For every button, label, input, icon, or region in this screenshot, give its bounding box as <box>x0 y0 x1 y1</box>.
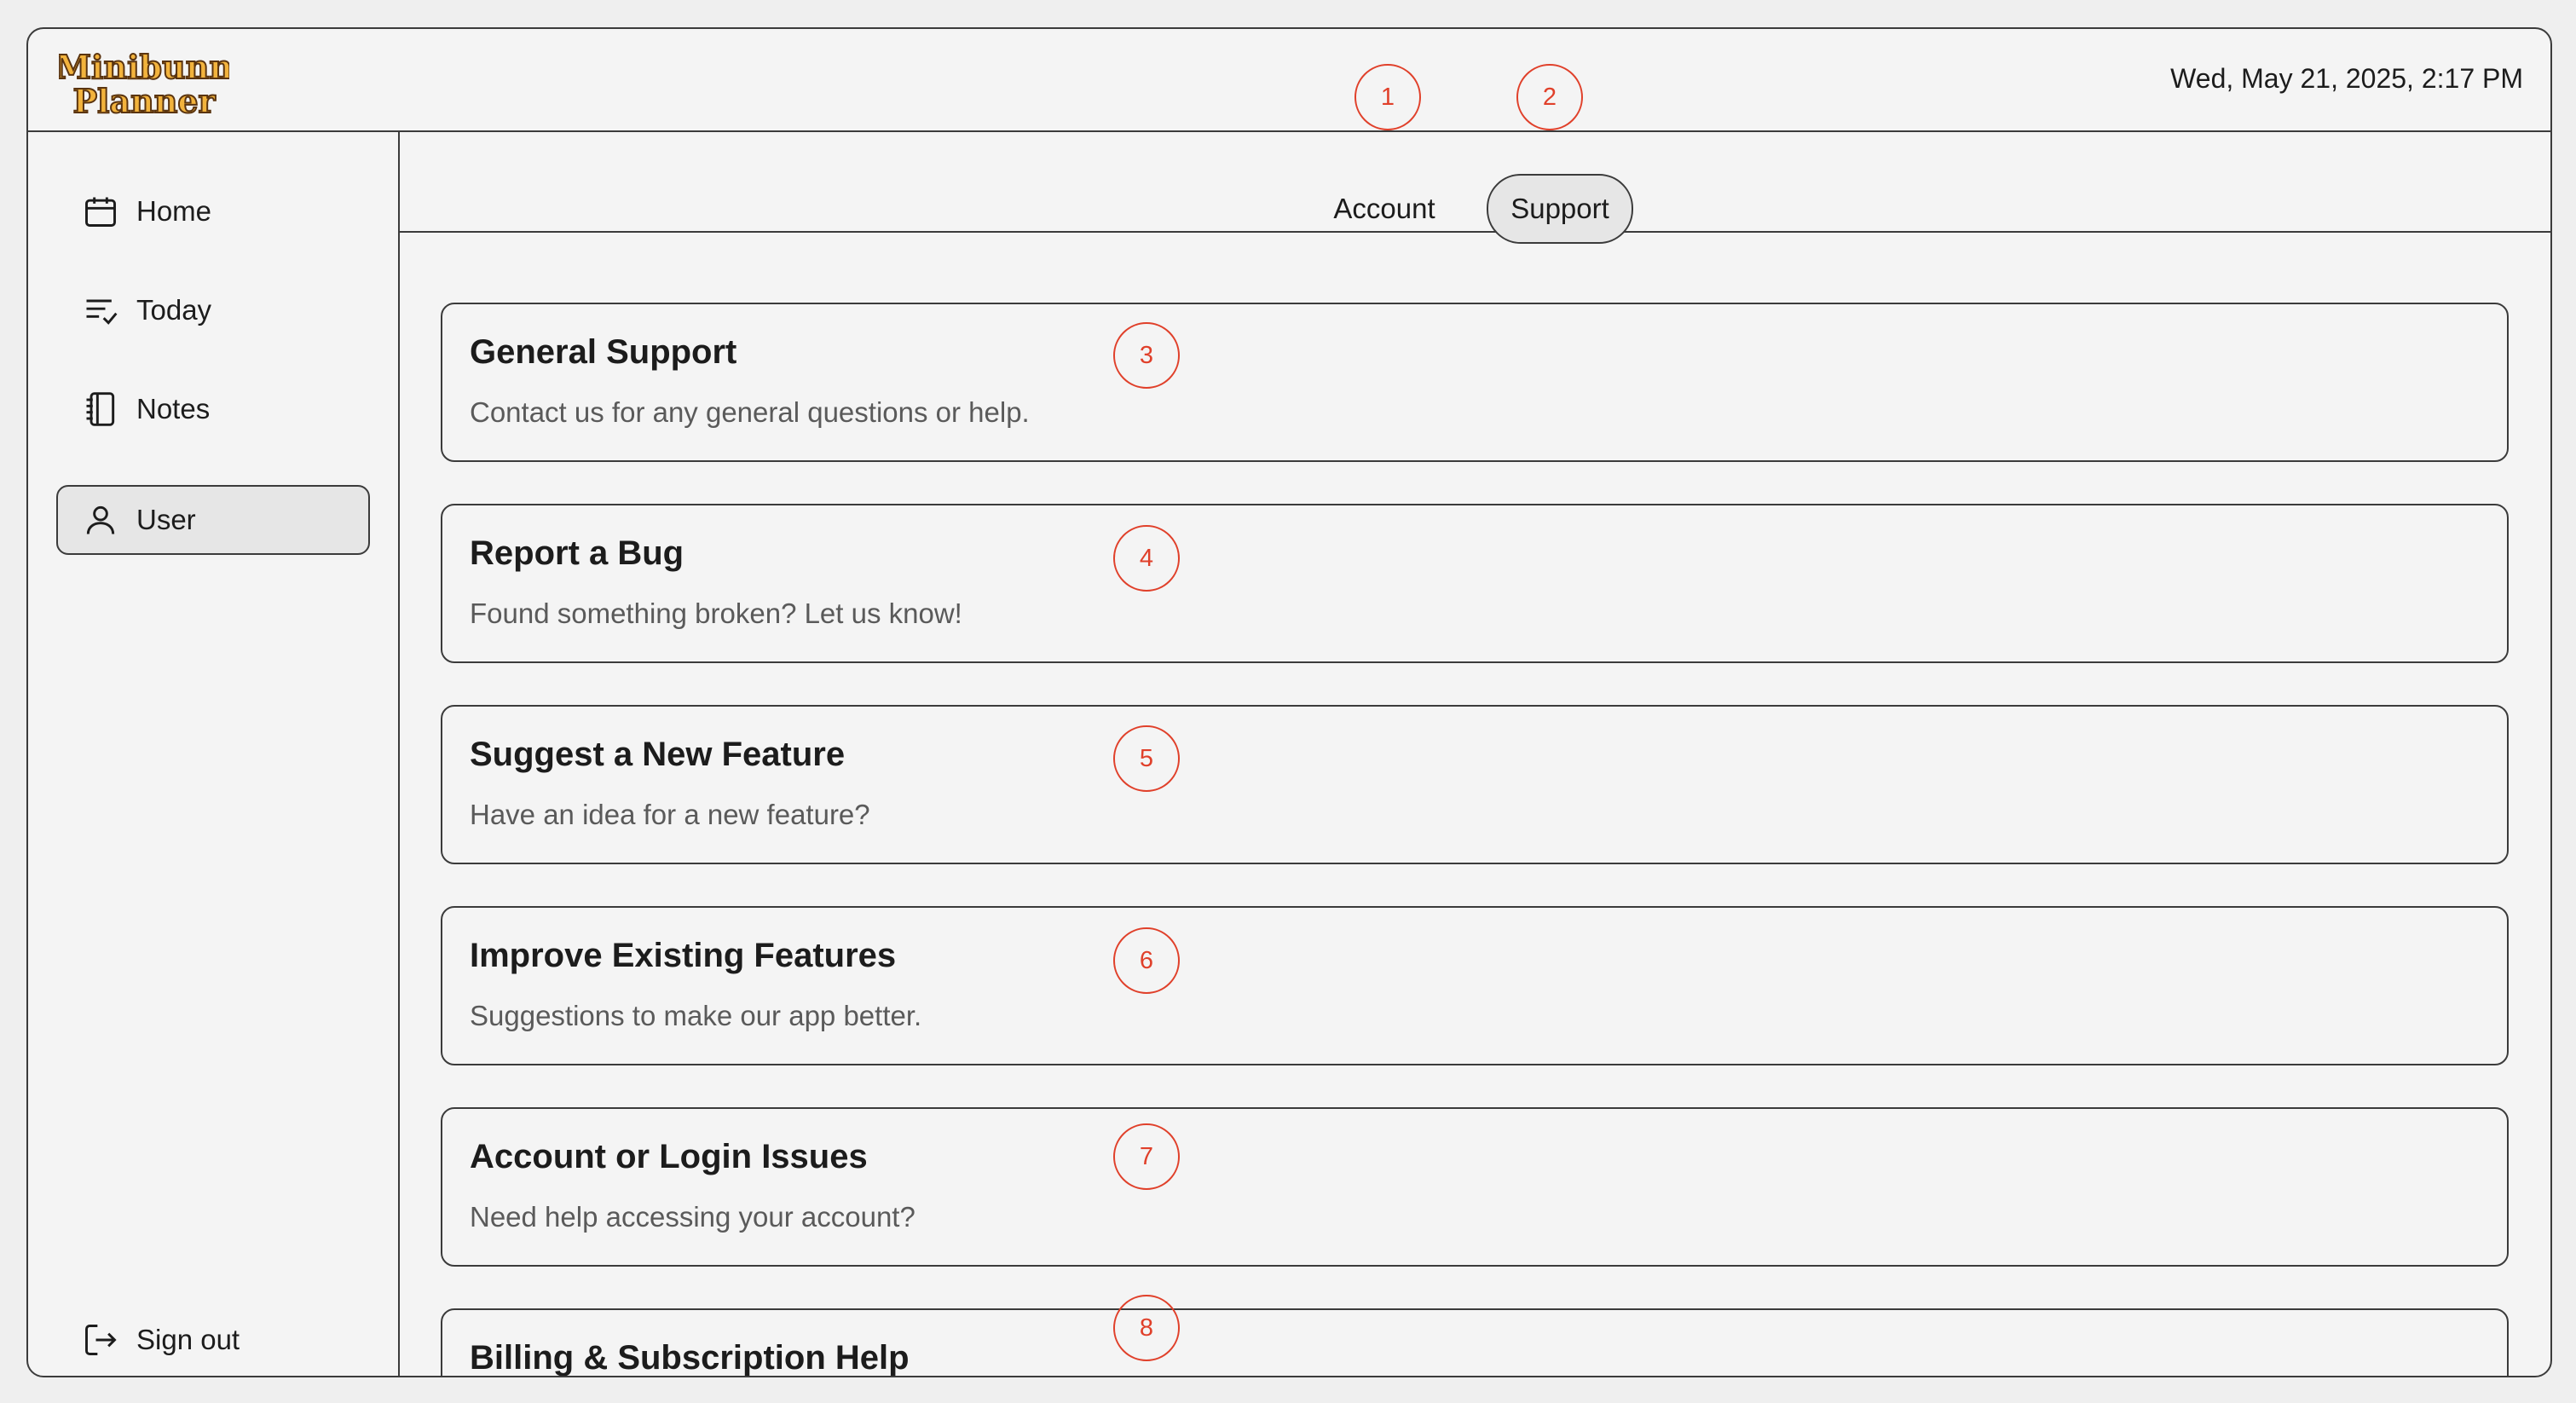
app-window: Minibunn Planner Wed, May 21, 2025, 2:17… <box>26 27 2552 1377</box>
sidebar-item-label: User <box>136 504 196 535</box>
notebook-icon <box>86 392 115 426</box>
card-title: Billing & Subscription Help <box>470 1339 910 1377</box>
support-card-account-login[interactable]: Account or Login Issues Need help access… <box>441 1107 2509 1267</box>
card-title: Improve Existing Features <box>470 937 897 974</box>
support-card-billing[interactable]: Billing & Subscription Help <box>441 1308 2509 1377</box>
app-logo[interactable]: Minibunn Planner <box>59 46 229 118</box>
card-title: Suggest a New Feature <box>470 736 846 773</box>
card-description: Suggestions to make our app better. <box>470 1000 922 1031</box>
card-title: Report a Bug <box>470 534 684 572</box>
card-description: Have an idea for a new feature? <box>470 799 870 830</box>
card-title: General Support <box>470 333 737 371</box>
tab-support[interactable]: Support <box>1487 174 1633 244</box>
sidebar-item-label: Today <box>136 294 212 326</box>
sidebar-item-notes[interactable]: Notes <box>56 374 370 444</box>
checklist-icon <box>86 299 118 325</box>
annotation-marker-5: 5 <box>1113 725 1180 792</box>
support-card-improve-features[interactable]: Improve Existing Features Suggestions to… <box>441 906 2509 1065</box>
current-datetime: Wed, May 21, 2025, 2:17 PM <box>2170 63 2523 94</box>
calendar-icon <box>85 197 116 227</box>
annotation-marker-4: 4 <box>1113 525 1180 592</box>
card-title: Account or Login Issues <box>470 1138 868 1175</box>
logo-text-line2: Planner <box>72 82 216 118</box>
card-description: Need help accessing your account? <box>470 1201 915 1233</box>
tab-account[interactable]: Account <box>1320 174 1448 244</box>
sign-out-icon <box>85 1325 117 1355</box>
support-card-new-feature[interactable]: Suggest a New Feature Have an idea for a… <box>441 705 2509 864</box>
sidebar-item-today[interactable]: Today <box>56 275 370 345</box>
annotation-marker-6: 6 <box>1113 927 1180 994</box>
sign-out-label: Sign out <box>136 1324 240 1355</box>
annotation-marker-3: 3 <box>1113 322 1180 389</box>
card-description: Found something broken? Let us know! <box>470 598 962 629</box>
sidebar-item-label: Notes <box>136 393 211 424</box>
annotation-marker-8: 8 <box>1113 1295 1180 1361</box>
sidebar: Home Today Notes User Sign out <box>28 132 400 1376</box>
user-icon <box>86 505 115 534</box>
annotation-marker-2: 2 <box>1516 64 1583 130</box>
support-card-general[interactable]: General Support Contact us for any gener… <box>441 303 2509 462</box>
support-card-bug[interactable]: Report a Bug Found something broken? Let… <box>441 504 2509 663</box>
annotation-marker-1: 1 <box>1354 64 1421 130</box>
card-description: Contact us for any general questions or … <box>470 396 1030 428</box>
settings-tabs: Account Support <box>400 132 2550 244</box>
logo-text-line1: Minibunn <box>59 48 229 86</box>
sign-out-button[interactable]: Sign out <box>56 1305 370 1375</box>
main-content: Account Support General Support Contact … <box>400 132 2550 1376</box>
sidebar-item-label: Home <box>136 195 212 227</box>
top-bar: Minibunn Planner Wed, May 21, 2025, 2:17… <box>28 29 2550 132</box>
sidebar-item-user[interactable]: User <box>56 485 370 555</box>
annotation-marker-7: 7 <box>1113 1123 1180 1190</box>
sidebar-item-home[interactable]: Home <box>56 176 370 246</box>
